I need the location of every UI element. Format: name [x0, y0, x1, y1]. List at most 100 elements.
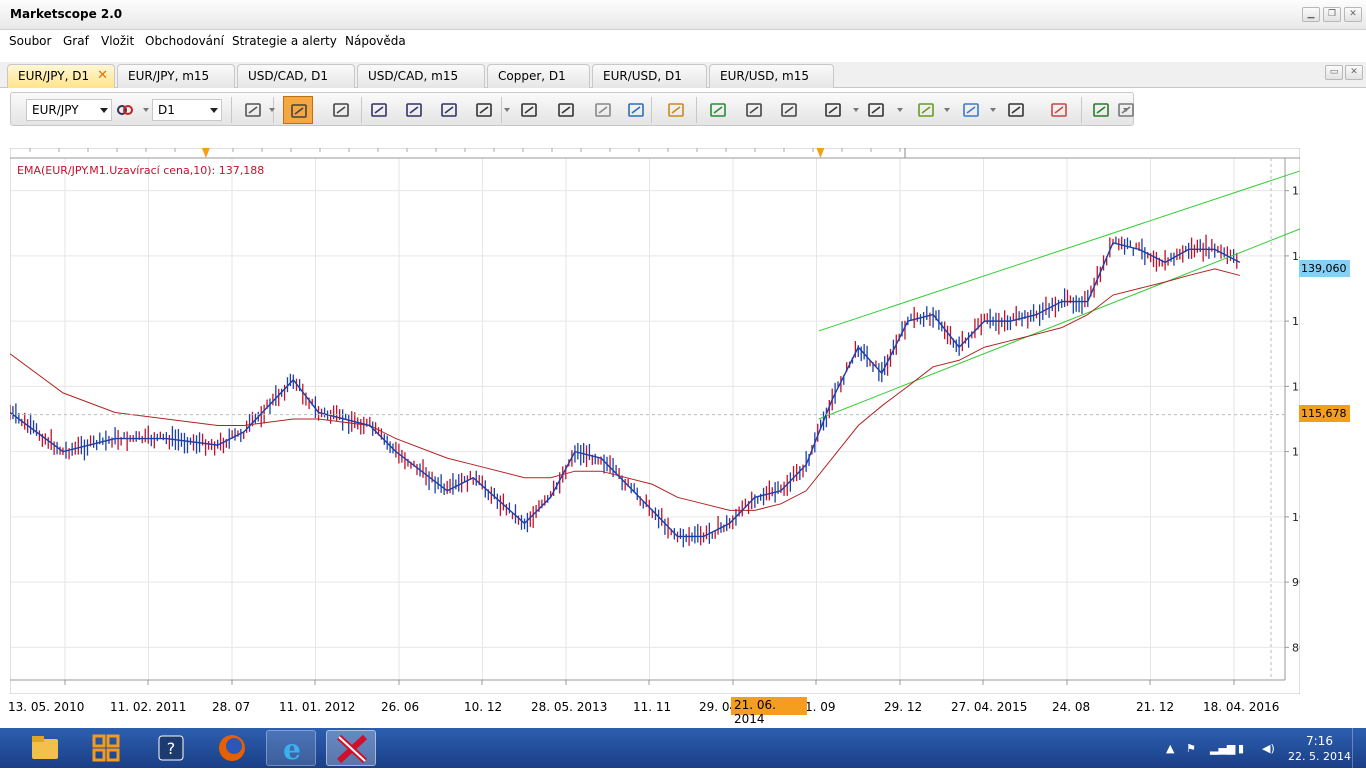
line-icon[interactable]: [916, 100, 936, 120]
menu-vlozit[interactable]: Vložit: [101, 34, 134, 48]
current-price-tag: 139,060: [1299, 260, 1350, 277]
close-chart-button[interactable]: ✕: [1345, 65, 1363, 80]
tab-eurjpy-m15[interactable]: EUR/JPY, m15: [117, 64, 235, 88]
tab-usdcad-d1[interactable]: USD/CAD, D1: [237, 64, 355, 88]
chevron-down-icon[interactable]: [1123, 108, 1129, 112]
battery-icon[interactable]: ▮: [1238, 742, 1244, 755]
chevron-down-icon: [210, 108, 218, 113]
clock-time[interactable]: 7:16: [1306, 734, 1333, 748]
action-center-icon[interactable]: ⚑: [1186, 742, 1196, 755]
toolbar-separator: [501, 97, 502, 123]
close-tab-icon[interactable]: ✕: [97, 68, 108, 83]
help-icon[interactable]: ?: [146, 730, 196, 766]
crosshair-icon[interactable]: [556, 100, 576, 120]
toolbar-separator: [361, 97, 362, 123]
x-tick-label: 28. 05. 2013: [531, 700, 608, 714]
minimize-button[interactable]: ▁: [1302, 7, 1320, 22]
y-tick-label: 90,00: [1292, 576, 1300, 589]
tab-copper-d1[interactable]: Copper, D1: [487, 64, 590, 88]
chevron-down-icon[interactable]: [269, 108, 275, 112]
y-tick-label: 80,00: [1292, 641, 1300, 654]
text-icon[interactable]: [1006, 100, 1026, 120]
tab-label: EUR/JPY, D1: [18, 69, 90, 83]
chevron-down-icon[interactable]: [504, 108, 510, 112]
firefox-icon[interactable]: [207, 730, 257, 766]
menu-obchodovani[interactable]: Obchodování: [145, 34, 224, 48]
y-tick-label: 120,00: [1292, 380, 1300, 393]
chart-type-icon[interactable]: [243, 100, 263, 120]
chevron-down-icon[interactable]: [853, 108, 859, 112]
zoom-out-icon[interactable]: [404, 100, 424, 120]
menu-napoveda[interactable]: Nápověda: [345, 34, 406, 48]
svg-text:?: ?: [167, 739, 176, 758]
globe-icon[interactable]: [626, 100, 646, 120]
toolbar-separator: [651, 97, 652, 123]
tab-usdcad-m15[interactable]: USD/CAD, m15: [357, 64, 485, 88]
office-icon[interactable]: [83, 730, 133, 766]
internet-explorer-icon[interactable]: e: [266, 730, 316, 766]
fibonacci-icon[interactable]: [779, 100, 799, 120]
file-explorer-icon[interactable]: [20, 730, 70, 766]
restore-chart-button[interactable]: ▭: [1325, 65, 1343, 80]
template-icon[interactable]: [744, 100, 764, 120]
fit-icon[interactable]: [519, 100, 539, 120]
ruler-icon[interactable]: [666, 100, 686, 120]
tab-label: EUR/USD, m15: [720, 69, 809, 83]
close-button[interactable]: ✕: [1344, 7, 1362, 22]
title-bar: Marketscope 2.0 ▁ ❐ ✕: [0, 0, 1366, 30]
pointer-icon[interactable]: [439, 100, 459, 120]
x-tick-label: 24. 08: [1052, 700, 1091, 714]
price-chart[interactable]: 150,00140,00130,00120,00110,00100,0090,0…: [10, 148, 1300, 694]
menu-graf[interactable]: Graf: [63, 34, 89, 48]
chevron-down-icon[interactable]: [897, 108, 903, 112]
ellipse-icon[interactable]: [961, 100, 981, 120]
tab-eurjpy-d1[interactable]: EUR/JPY, D1 ✕: [7, 64, 115, 88]
zoom-in-icon[interactable]: [369, 100, 389, 120]
maximize-button[interactable]: ❐: [1323, 7, 1341, 22]
indicator-label: EMA(EUR/JPY.M1.Uzavírací cena,10): 137,1…: [17, 164, 264, 177]
chevron-down-icon[interactable]: [944, 108, 950, 112]
tab-label: EUR/JPY, m15: [128, 69, 210, 83]
x-tick-label: 27. 04. 2015: [951, 700, 1028, 714]
eraser-icon[interactable]: [1049, 100, 1069, 120]
tab-label: USD/CAD, D1: [248, 69, 329, 83]
trendline-icon[interactable]: [866, 100, 886, 120]
window-title: Marketscope 2.0: [10, 7, 123, 21]
chevron-down-icon[interactable]: [143, 108, 149, 112]
timeframe-value: D1: [158, 103, 175, 117]
crosshair-price-tag: 115,678: [1299, 405, 1350, 422]
show-hidden-icons-icon[interactable]: ▲: [1166, 742, 1174, 755]
chevron-down-icon[interactable]: [990, 108, 996, 112]
x-tick-label: 18. 04. 2016: [1203, 700, 1280, 714]
timeframe-select[interactable]: D1: [152, 99, 222, 121]
chart-background: [10, 148, 1300, 694]
horizontal-lines-icon[interactable]: [823, 100, 843, 120]
tree-icon[interactable]: [1091, 100, 1111, 120]
menu-bar: Soubor Graf Vložit Obchodování Strategie…: [0, 30, 1366, 52]
y-tick-label: 150,00: [1292, 185, 1300, 198]
tab-eurusd-d1[interactable]: EUR/USD, D1: [592, 64, 707, 88]
refresh-icon[interactable]: [593, 100, 613, 120]
volume-icon[interactable]: ◀): [1262, 742, 1275, 755]
tab-label: EUR/USD, D1: [603, 69, 682, 83]
clock-date[interactable]: 22. 5. 2014: [1288, 750, 1351, 763]
marketscope-icon[interactable]: [326, 730, 376, 766]
y-tick-label: 130,00: [1292, 315, 1300, 328]
toolbar-separator: [1081, 97, 1082, 123]
x-tick-label: 11. 01. 2012: [279, 700, 356, 714]
network-icon[interactable]: ▂▄▆: [1210, 742, 1235, 755]
picture-icon[interactable]: [708, 100, 728, 120]
chart-tab-bar: EUR/JPY, D1 ✕ EUR/JPY, m15 USD/CAD, D1 U…: [0, 62, 1366, 88]
toolbar-separator: [231, 97, 232, 123]
instrument-value: EUR/JPY: [32, 103, 79, 117]
bar-icon[interactable]: [331, 100, 351, 120]
tab-eurusd-m15[interactable]: EUR/USD, m15: [709, 64, 834, 88]
instrument-select[interactable]: EUR/JPY: [26, 99, 112, 121]
link-icon[interactable]: [115, 100, 135, 120]
candle-icon[interactable]: [283, 96, 313, 124]
zoom-area-icon[interactable]: [474, 100, 494, 120]
menu-soubor[interactable]: Soubor: [9, 34, 51, 48]
show-desktop-button[interactable]: [1352, 728, 1366, 768]
menu-strategie[interactable]: Strategie a alerty: [232, 34, 337, 48]
tab-label: Copper, D1: [498, 69, 566, 83]
